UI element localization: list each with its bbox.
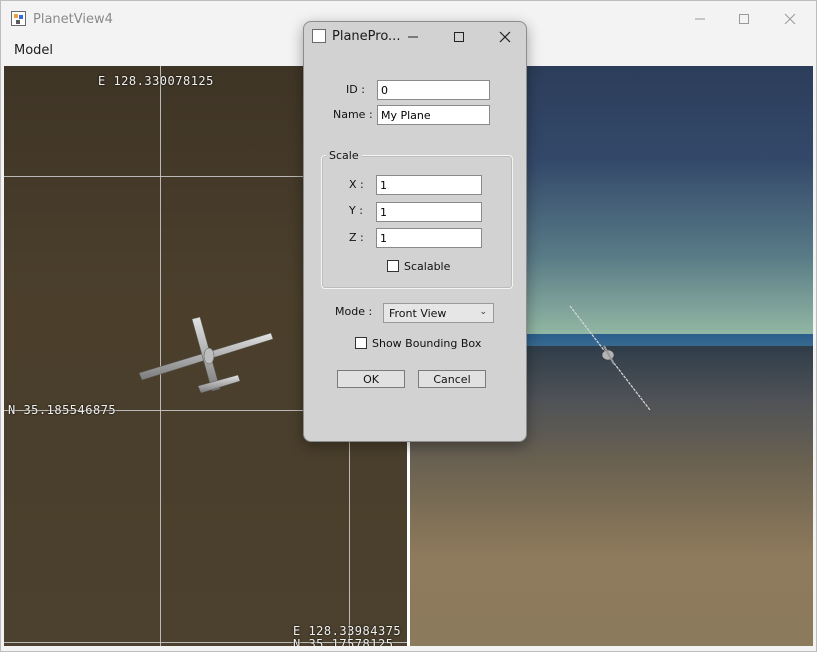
- maximize-icon: [454, 32, 464, 42]
- plane-properties-dialog: PlanePro... ID : Name : Scale X : Y : Z …: [303, 21, 527, 442]
- id-label: ID :: [346, 83, 365, 96]
- close-icon: [784, 13, 796, 25]
- mode-label: Mode :: [335, 305, 373, 318]
- maximize-icon: [739, 14, 749, 24]
- coord-left-label: N 35.185546875: [8, 403, 117, 417]
- menu-model[interactable]: Model: [14, 43, 53, 58]
- scale-group-title: Scale: [326, 149, 362, 162]
- mode-select-value: Front View: [389, 307, 447, 320]
- plane-front-view-icon: [569, 305, 651, 411]
- bounding-box-checkbox[interactable]: [355, 337, 367, 349]
- chevron-down-icon: ⌄: [479, 307, 487, 317]
- coord-top-label: E 128.330078125: [98, 74, 214, 88]
- id-input[interactable]: [377, 80, 490, 100]
- scalable-checkbox[interactable]: [387, 260, 399, 272]
- dialog-maximize-button[interactable]: [436, 22, 482, 52]
- dialog-app-icon: [312, 29, 326, 43]
- maximize-button[interactable]: [721, 1, 767, 37]
- scale-x-input[interactable]: [376, 175, 482, 195]
- scale-x-label: X :: [349, 178, 364, 191]
- dialog-minimize-button[interactable]: [390, 22, 436, 52]
- minimize-icon: [408, 36, 418, 38]
- plane-top-view-icon: [138, 316, 274, 394]
- minimize-icon: [695, 18, 705, 20]
- cancel-button[interactable]: Cancel: [418, 370, 486, 388]
- scalable-label: Scalable: [404, 260, 451, 273]
- close-button[interactable]: [767, 1, 813, 37]
- mode-select[interactable]: Front View ⌄: [383, 303, 494, 323]
- coord-bottom-n-label: N 35.17578125: [293, 637, 394, 646]
- coord-bottom-e-label: E 128.33984375: [293, 624, 402, 638]
- bounding-box-label: Show Bounding Box: [372, 337, 482, 350]
- ok-button[interactable]: OK: [337, 370, 405, 388]
- dialog-close-button[interactable]: [482, 22, 528, 52]
- minimize-button[interactable]: [677, 1, 723, 37]
- name-label: Name :: [333, 108, 373, 121]
- window-title: PlanetView4: [33, 12, 113, 27]
- scale-z-input[interactable]: [376, 228, 482, 248]
- app-icon: [11, 11, 26, 26]
- name-input[interactable]: [377, 105, 490, 125]
- close-icon: [499, 31, 511, 43]
- scale-z-label: Z :: [349, 231, 364, 244]
- scale-y-input[interactable]: [376, 202, 482, 222]
- scale-y-label: Y :: [349, 204, 363, 217]
